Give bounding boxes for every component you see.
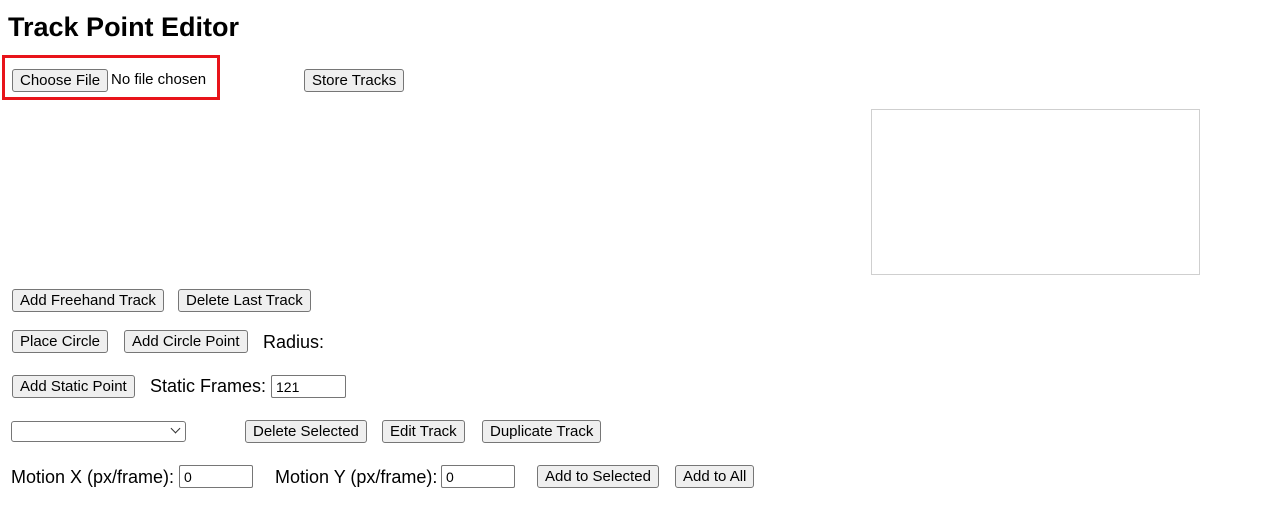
preview-canvas[interactable]: [871, 109, 1200, 275]
chevron-down-icon: [170, 423, 181, 434]
add-to-all-button[interactable]: Add to All: [675, 465, 755, 488]
page-title: Track Point Editor: [8, 12, 240, 42]
motion-x-input[interactable]: [179, 465, 253, 488]
choose-file-button[interactable]: Choose File: [12, 69, 109, 92]
add-static-point-button[interactable]: Add Static Point: [12, 375, 135, 398]
duplicate-track-button[interactable]: Duplicate Track: [482, 420, 602, 443]
delete-selected-button[interactable]: Delete Selected: [245, 420, 367, 443]
motion-y-input[interactable]: [441, 465, 515, 488]
add-freehand-track-button[interactable]: Add Freehand Track: [12, 289, 164, 312]
static-frames-input[interactable]: [271, 375, 346, 398]
file-status-text: No file chosen: [111, 71, 207, 88]
store-tracks-button[interactable]: Store Tracks: [304, 69, 405, 92]
edit-track-button[interactable]: Edit Track: [382, 420, 465, 443]
radius-label: Radius:: [263, 332, 325, 352]
add-to-selected-button[interactable]: Add to Selected: [537, 465, 659, 488]
static-frames-label: Static Frames:: [150, 376, 267, 396]
motion-x-label: Motion X (px/frame):: [11, 467, 175, 487]
track-select[interactable]: [11, 421, 186, 442]
place-circle-button[interactable]: Place Circle: [12, 330, 109, 353]
motion-y-label: Motion Y (px/frame):: [275, 467, 438, 487]
delete-last-track-button[interactable]: Delete Last Track: [178, 289, 311, 312]
add-circle-point-button[interactable]: Add Circle Point: [124, 330, 248, 353]
